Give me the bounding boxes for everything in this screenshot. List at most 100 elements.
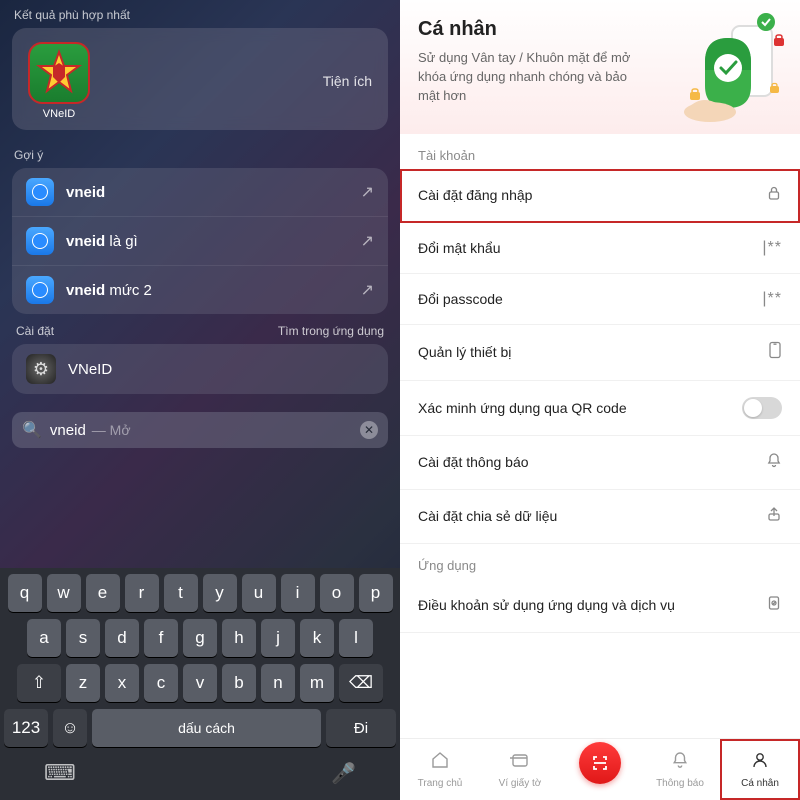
key-i[interactable]: i xyxy=(281,574,315,612)
key-f[interactable]: f xyxy=(144,619,178,657)
keyboard-switch-icon[interactable]: ⌨︎ xyxy=(44,760,76,786)
settings-label: Cài đặt xyxy=(16,324,54,338)
home-icon xyxy=(430,750,450,775)
safari-icon xyxy=(26,276,54,304)
spotlight-pane: Kết quả phù hợp nhất VNeID Tiện ích Gợi … xyxy=(0,0,400,800)
pass-icon: |** xyxy=(756,290,782,308)
personal-header: Cá nhân Sử dụng Vân tay / Khuôn mặt để m… xyxy=(400,0,800,134)
dictation-icon[interactable]: 🎤 xyxy=(331,761,356,786)
open-arrow-icon: ↗ xyxy=(361,280,374,300)
best-match-card[interactable]: VNeID Tiện ích xyxy=(12,28,388,130)
safari-icon xyxy=(26,178,54,206)
suggestion-item[interactable]: vneid ↗ xyxy=(12,168,388,217)
key-j[interactable]: j xyxy=(261,619,295,657)
tab-wallet[interactable]: Ví giấy tờ xyxy=(480,739,560,800)
key-q[interactable]: q xyxy=(8,574,42,612)
safari-icon xyxy=(26,227,54,255)
search-in-app-label[interactable]: Tìm trong ứng dụng xyxy=(278,324,384,338)
tab-home[interactable]: Trang chủ xyxy=(400,739,480,800)
settings-item[interactable]: Đổi passcode |** xyxy=(400,274,800,325)
toggle-switch[interactable] xyxy=(742,397,782,419)
doc-icon xyxy=(756,595,782,616)
settings-item-label: Điều khoản sử dụng ứng dụng và dịch vụ xyxy=(418,597,675,613)
tab-label: Ví giấy tờ xyxy=(499,778,542,789)
settings-item[interactable]: Điều khoản sử dụng ứng dụng và dịch vụ xyxy=(400,579,800,633)
tab-bell[interactable]: Thông báo xyxy=(640,739,720,800)
key-h[interactable]: h xyxy=(222,619,256,657)
settings-item[interactable]: Xác minh ứng dụng qua QR code xyxy=(400,381,800,436)
key-g[interactable]: g xyxy=(183,619,217,657)
settings-item[interactable]: Quản lý thiết bị xyxy=(400,325,800,381)
tab-scan[interactable] xyxy=(560,739,640,800)
bell-icon xyxy=(670,750,690,775)
search-icon: 🔍 xyxy=(22,420,42,440)
settings-item[interactable]: Cài đặt đăng nhập xyxy=(400,169,800,223)
key-t[interactable]: t xyxy=(164,574,198,612)
key-w[interactable]: w xyxy=(47,574,81,612)
settings-item-label: Quản lý thiết bị xyxy=(418,344,511,360)
device-icon xyxy=(756,341,782,364)
settings-item-label: Cài đặt thông báo xyxy=(418,454,529,470)
key-r[interactable]: r xyxy=(125,574,159,612)
settings-result[interactable]: ⚙ VNeID xyxy=(12,344,388,394)
settings-header: Cài đặt Tìm trong ứng dụng xyxy=(0,314,400,344)
key-k[interactable]: k xyxy=(300,619,334,657)
key-u[interactable]: u xyxy=(242,574,276,612)
key-y[interactable]: y xyxy=(203,574,237,612)
key-x[interactable]: x xyxy=(105,664,139,702)
bell-icon xyxy=(756,452,782,473)
key-a[interactable]: a xyxy=(27,619,61,657)
key-emoji[interactable]: ☺ xyxy=(53,709,87,747)
key-p[interactable]: p xyxy=(359,574,393,612)
search-input[interactable]: 🔍 vneid— Mở ✕ xyxy=(12,412,388,448)
personal-pane: Cá nhân Sử dụng Vân tay / Khuôn mặt để m… xyxy=(400,0,800,800)
key-123[interactable]: 123 xyxy=(4,709,48,747)
tab-label: Trang chủ xyxy=(418,778,463,789)
suggestion-item[interactable]: vneid là gì ↗ xyxy=(12,217,388,266)
key-backspace[interactable]: ⌫ xyxy=(339,664,383,702)
key-e[interactable]: e xyxy=(86,574,120,612)
app-vneid[interactable]: VNeID xyxy=(28,42,90,120)
tab-bar: Trang chủ Ví giấy tờ Thông báo Cá nhân xyxy=(400,738,800,800)
settings-item-label: Xác minh ứng dụng qua QR code xyxy=(418,400,627,416)
settings-item[interactable]: Cài đặt chia sẻ dữ liệu xyxy=(400,490,800,544)
key-z[interactable]: z xyxy=(66,664,100,702)
key-shift[interactable]: ⇧ xyxy=(17,664,61,702)
keyboard-bottom-bar: ⌨︎ 🎤 xyxy=(4,754,396,796)
best-match-label: Kết quả phù hợp nhất xyxy=(0,0,400,28)
gear-icon: ⚙ xyxy=(26,354,56,384)
tab-label: Thông báo xyxy=(656,778,704,789)
key-o[interactable]: o xyxy=(320,574,354,612)
key-b[interactable]: b xyxy=(222,664,256,702)
app-name-label: VNeID xyxy=(43,108,75,120)
tab-person[interactable]: Cá nhân xyxy=(720,739,800,800)
clear-icon[interactable]: ✕ xyxy=(360,421,378,439)
suggestion-text: vneid là gì xyxy=(66,233,349,250)
keyboard: qwertyuiop asdfghjkl ⇧zxcvbnm⌫ 123 ☺ dấu… xyxy=(0,568,400,800)
suggestion-label: Gợi ý xyxy=(0,140,400,168)
settings-item[interactable]: Đổi mật khẩu|** xyxy=(400,223,800,274)
open-arrow-icon: ↗ xyxy=(361,182,374,202)
tab-label: Cá nhân xyxy=(741,778,779,789)
toggle-icon[interactable] xyxy=(742,397,782,419)
key-go[interactable]: Đi xyxy=(326,709,396,747)
key-space[interactable]: dấu cách xyxy=(92,709,321,747)
vneid-app-icon xyxy=(28,42,90,104)
key-v[interactable]: v xyxy=(183,664,217,702)
search-text: vneid— Mở xyxy=(50,422,352,439)
key-s[interactable]: s xyxy=(66,619,100,657)
suggestion-text: vneid xyxy=(66,184,349,201)
settings-item[interactable]: Cài đặt thông báo xyxy=(400,436,800,490)
settings-item-label: Đổi passcode xyxy=(418,291,503,307)
settings-item-label: Cài đặt đăng nhập xyxy=(418,187,532,203)
key-m[interactable]: m xyxy=(300,664,334,702)
suggestion-list: vneid ↗ vneid là gì ↗ vneid mức 2 ↗ xyxy=(12,168,388,314)
person-icon xyxy=(750,750,770,775)
suggestion-item[interactable]: vneid mức 2 ↗ xyxy=(12,266,388,314)
key-n[interactable]: n xyxy=(261,664,295,702)
biometric-illustration xyxy=(670,8,790,128)
settings-item-label: Đổi mật khẩu xyxy=(418,240,500,256)
key-l[interactable]: l xyxy=(339,619,373,657)
key-d[interactable]: d xyxy=(105,619,139,657)
key-c[interactable]: c xyxy=(144,664,178,702)
